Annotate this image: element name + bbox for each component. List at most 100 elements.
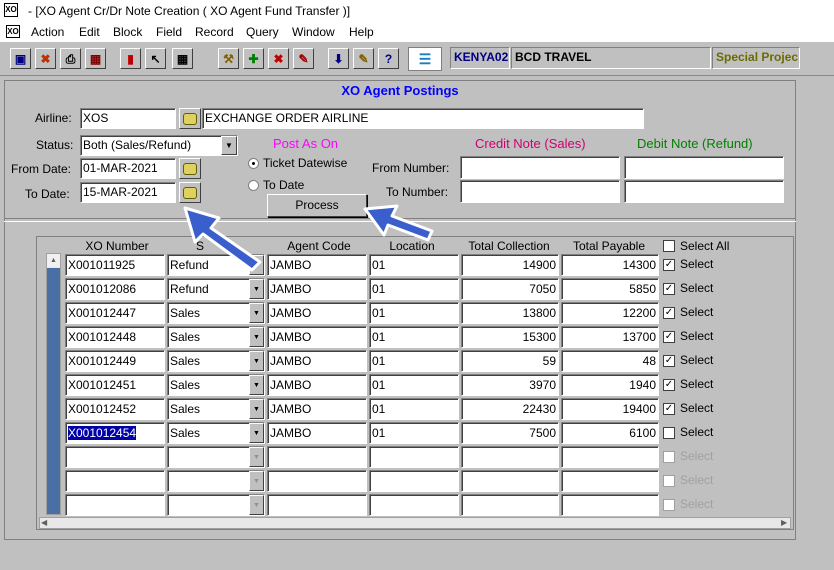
system-menu-icon[interactable]: XO: [6, 25, 20, 38]
credit-to-number-field[interactable]: [460, 180, 620, 203]
location-cell[interactable]: 01: [369, 254, 459, 276]
total-payable-cell[interactable]: 13700: [561, 326, 659, 348]
total-collection-cell[interactable]: 15300: [461, 326, 559, 348]
location-cell[interactable]: 01: [369, 350, 459, 372]
add-record-icon[interactable]: ✚: [243, 48, 264, 69]
to-date-field[interactable]: 15-MAR-2021: [80, 182, 176, 203]
type-dropdown-icon[interactable]: ▼: [249, 423, 264, 443]
xo-number-cell[interactable]: [65, 494, 165, 516]
total-payable-cell[interactable]: 14300: [561, 254, 659, 276]
select-checkbox[interactable]: ✓: [663, 331, 675, 343]
to-date-radio[interactable]: [248, 180, 259, 191]
xo-number-cell[interactable]: X001012448: [65, 326, 165, 348]
process-button[interactable]: Process: [267, 194, 367, 217]
select-checkbox[interactable]: ✓: [663, 307, 675, 319]
xo-number-cell[interactable]: X001011925: [65, 254, 165, 276]
location-cell[interactable]: 01: [369, 422, 459, 444]
type-dropdown-icon[interactable]: ▼: [249, 351, 264, 371]
type-dropdown-icon[interactable]: ▼: [249, 399, 264, 419]
help-icon[interactable]: ?: [378, 48, 399, 69]
query-icon[interactable]: ⚒: [218, 48, 239, 69]
menu-query[interactable]: Query: [246, 25, 279, 39]
print-icon[interactable]: ⎙: [60, 48, 81, 69]
agent-code-cell[interactable]: [267, 470, 367, 492]
menu-action[interactable]: Action: [31, 25, 64, 39]
type-dropdown-icon[interactable]: ▼: [249, 303, 264, 323]
scrollbar-thumb[interactable]: [47, 268, 60, 514]
total-payable-cell[interactable]: 1940: [561, 374, 659, 396]
edit-icon[interactable]: ✎: [293, 48, 314, 69]
total-collection-cell[interactable]: [461, 470, 559, 492]
location-cell[interactable]: 01: [369, 302, 459, 324]
select-checkbox[interactable]: ✓: [663, 355, 675, 367]
select-checkbox[interactable]: ✓: [663, 379, 675, 391]
xo-number-cell[interactable]: [65, 446, 165, 468]
cursor-icon[interactable]: ↖: [145, 48, 166, 69]
xo-number-cell[interactable]: X001012451: [65, 374, 165, 396]
agent-code-cell[interactable]: JAMBO: [267, 398, 367, 420]
total-payable-cell[interactable]: 6100: [561, 422, 659, 444]
status-dropdown-icon[interactable]: ▼: [221, 136, 237, 155]
location-cell[interactable]: [369, 494, 459, 516]
xo-number-cell[interactable]: X001012454: [65, 422, 165, 444]
menu-help[interactable]: Help: [349, 25, 374, 39]
save-icon[interactable]: ▣: [10, 48, 31, 69]
total-collection-cell[interactable]: [461, 446, 559, 468]
total-payable-cell[interactable]: [561, 494, 659, 516]
menu-edit[interactable]: Edit: [79, 25, 100, 39]
calculator-icon[interactable]: ▦: [172, 48, 193, 69]
debit-to-number-field[interactable]: [624, 180, 784, 203]
agent-code-cell[interactable]: JAMBO: [267, 350, 367, 372]
total-payable-cell[interactable]: [561, 446, 659, 468]
airline-lov-button[interactable]: [179, 108, 201, 129]
total-payable-cell[interactable]: 5850: [561, 278, 659, 300]
total-collection-cell[interactable]: 14900: [461, 254, 559, 276]
agent-code-cell[interactable]: JAMBO: [267, 254, 367, 276]
select-checkbox[interactable]: ✓: [663, 403, 675, 415]
agent-code-cell[interactable]: [267, 446, 367, 468]
agent-code-cell[interactable]: [267, 494, 367, 516]
total-payable-cell[interactable]: 12200: [561, 302, 659, 324]
total-collection-cell[interactable]: [461, 494, 559, 516]
agent-code-cell[interactable]: JAMBO: [267, 374, 367, 396]
select-checkbox[interactable]: ✓: [663, 283, 675, 295]
select-all-checkbox[interactable]: [663, 240, 675, 252]
xo-number-cell[interactable]: [65, 470, 165, 492]
type-dropdown-icon[interactable]: ▼: [249, 327, 264, 347]
ticket-datewise-radio[interactable]: [248, 158, 259, 169]
horizontal-scrollbar[interactable]: [39, 517, 791, 529]
status-select[interactable]: Both (Sales/Refund): [80, 135, 238, 156]
location-cell[interactable]: 01: [369, 374, 459, 396]
total-collection-cell[interactable]: 59: [461, 350, 559, 372]
scroll-right-icon[interactable]: ▶: [781, 518, 787, 527]
exit-icon[interactable]: ▮: [120, 48, 141, 69]
total-payable-cell[interactable]: 48: [561, 350, 659, 372]
total-payable-cell[interactable]: 19400: [561, 398, 659, 420]
clear-icon[interactable]: ✖: [35, 48, 56, 69]
agent-code-cell[interactable]: JAMBO: [267, 326, 367, 348]
xo-number-cell[interactable]: X001012452: [65, 398, 165, 420]
total-collection-cell[interactable]: 7500: [461, 422, 559, 444]
scroll-left-icon[interactable]: ◀: [41, 518, 47, 527]
menu-field[interactable]: Field: [156, 25, 182, 39]
from-date-field[interactable]: 01-MAR-2021: [80, 158, 176, 179]
agent-code-cell[interactable]: JAMBO: [267, 278, 367, 300]
credit-from-number-field[interactable]: [460, 156, 620, 179]
menu-record[interactable]: Record: [195, 25, 234, 39]
type-dropdown-icon[interactable]: ▼: [249, 279, 264, 299]
print-preview-icon[interactable]: ▦: [85, 48, 106, 69]
total-collection-cell[interactable]: 7050: [461, 278, 559, 300]
menu-block[interactable]: Block: [113, 25, 142, 39]
total-collection-cell[interactable]: 13800: [461, 302, 559, 324]
location-cell[interactable]: 01: [369, 278, 459, 300]
agent-code-cell[interactable]: JAMBO: [267, 302, 367, 324]
airline-code-field[interactable]: XOS: [80, 108, 176, 129]
to-date-calendar-button[interactable]: [179, 182, 201, 203]
type-dropdown-icon[interactable]: ▼: [249, 255, 264, 275]
agent-code-cell[interactable]: JAMBO: [267, 422, 367, 444]
debit-from-number-field[interactable]: [624, 156, 784, 179]
download-icon[interactable]: ⬇: [328, 48, 349, 69]
from-date-calendar-button[interactable]: [179, 158, 201, 179]
xo-number-cell[interactable]: X001012447: [65, 302, 165, 324]
total-collection-cell[interactable]: 3970: [461, 374, 559, 396]
